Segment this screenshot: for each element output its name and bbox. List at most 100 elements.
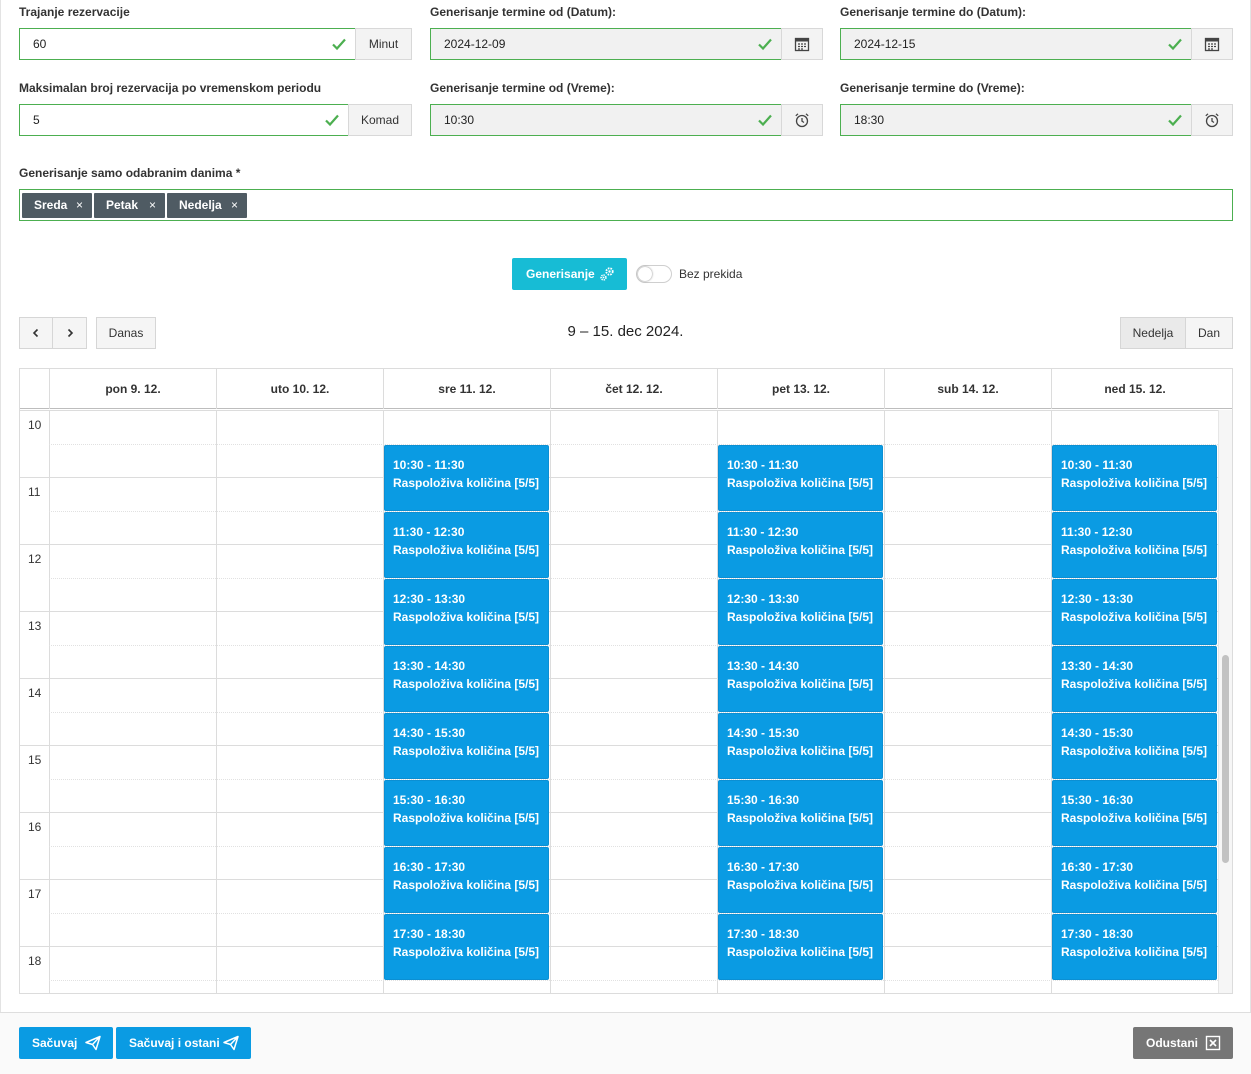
day-column-divider [216, 410, 217, 993]
slot-availability: Raspoloživa količina [5/5] [1061, 542, 1208, 557]
days-multiselect[interactable]: Sreda × Petak × Nedelja × [19, 189, 1233, 221]
day-view-button[interactable]: Dan [1185, 317, 1233, 349]
date-to-input[interactable]: 2024-12-15 [840, 28, 1192, 60]
time-to-value: 18:30 [854, 113, 885, 127]
days-label: Generisanje samo odabranim danima * [19, 166, 241, 180]
day-header: čet 12. 12. [550, 369, 717, 409]
tag-label: Nedelja [179, 198, 222, 212]
reservation-slot[interactable]: 17:30 - 18:30 Raspoloživa količina [5/5] [718, 913, 883, 980]
reservation-slot[interactable]: 15:30 - 16:30 Raspoloživa količina [5/5] [1052, 779, 1217, 846]
hour-line [20, 611, 1218, 612]
reservation-slot[interactable]: 10:30 - 11:30 Raspoloživa količina [5/5] [718, 444, 883, 511]
reservation-slot[interactable]: 14:30 - 15:30 Raspoloživa količina [5/5] [384, 712, 549, 779]
half-hour-line [49, 644, 1218, 646]
slot-time: 15:30 - 16:30 [393, 792, 466, 807]
max-reservations-input[interactable]: 5 [19, 104, 349, 136]
reservation-slot[interactable]: 16:30 - 17:30 Raspoloživa količina [5/5] [1052, 846, 1217, 913]
week-view-button[interactable]: Nedelja [1120, 317, 1186, 349]
calendar-icon [794, 37, 810, 52]
day-header: ned 15. 12. [1051, 369, 1218, 409]
reservation-slot[interactable]: 14:30 - 15:30 Raspoloživa količina [5/5] [1052, 712, 1217, 779]
reservation-slot[interactable]: 16:30 - 17:30 Raspoloživa količina [5/5] [384, 846, 549, 913]
slot-availability: Raspoloživa količina [5/5] [727, 944, 874, 959]
generate-button[interactable]: Generisanje [512, 258, 627, 290]
day-column-divider [49, 410, 50, 993]
time-from-clock-button[interactable] [781, 104, 823, 136]
slot-time: 15:30 - 16:30 [1061, 792, 1134, 807]
time-from-input[interactable]: 10:30 [430, 104, 782, 136]
save-and-stay-button[interactable]: Sačuvaj i ostani [116, 1027, 251, 1059]
remove-tag-icon[interactable]: × [149, 193, 156, 218]
remove-tag-icon[interactable]: × [76, 193, 83, 218]
hour-label: 12 [28, 552, 42, 566]
cancel-button[interactable]: Odustani [1133, 1027, 1233, 1059]
slot-availability: Raspoloživa količina [5/5] [727, 676, 874, 691]
slot-availability: Raspoloživa količina [5/5] [393, 810, 540, 825]
calendar-header: pon 9. 12. uto 10. 12. sre 11. 12. čet 12. … [20, 369, 1232, 409]
slot-time: 16:30 - 17:30 [727, 859, 800, 874]
reservation-slot[interactable]: 13:30 - 14:30 Raspoloživa količina [5/5] [384, 645, 549, 712]
scrollbar-thumb[interactable] [1222, 655, 1229, 863]
slot-time: 14:30 - 15:30 [1061, 725, 1134, 740]
time-to-clock-button[interactable] [1191, 104, 1233, 136]
reservation-slot[interactable]: 15:30 - 16:30 Raspoloživa količina [5/5] [718, 779, 883, 846]
day-header: uto 10. 12. [216, 369, 383, 409]
slot-time: 11:30 - 12:30 [393, 524, 465, 539]
close-box-icon [1205, 1035, 1221, 1051]
half-hour-line [49, 912, 1218, 914]
slot-availability: Raspoloživa količina [5/5] [393, 475, 540, 490]
reservation-slot[interactable]: 13:30 - 14:30 Raspoloživa količina [5/5] [718, 645, 883, 712]
reservation-slot[interactable]: 12:30 - 13:30 Raspoloživa količina [5/5] [384, 578, 549, 645]
slot-time: 14:30 - 15:30 [727, 725, 800, 740]
tag-petak: Petak × [94, 193, 165, 218]
reservation-slot[interactable]: 11:30 - 12:30 Raspoloživa količina [5/5] [384, 511, 549, 578]
no-break-label: Bez prekida [679, 267, 743, 281]
hour-line [20, 812, 1218, 813]
no-break-toggle[interactable] [636, 265, 672, 283]
reservation-slot[interactable]: 11:30 - 12:30 Raspoloživa količina [5/5] [718, 511, 883, 578]
slot-time: 10:30 - 11:30 [1061, 457, 1133, 472]
hour-label: 11 [28, 485, 41, 499]
tag-nedelja: Nedelja × [167, 193, 247, 218]
slot-availability: Raspoloživa količina [5/5] [1061, 877, 1208, 892]
reservation-slot[interactable]: 10:30 - 11:30 Raspoloživa količina [5/5] [1052, 444, 1217, 511]
hour-line [20, 410, 1218, 411]
slot-availability: Raspoloživa količina [5/5] [393, 743, 540, 758]
reservation-slot[interactable]: 11:30 - 12:30 Raspoloživa količina [5/5] [1052, 511, 1217, 578]
date-from-input[interactable]: 2024-12-09 [430, 28, 782, 60]
date-to-calendar-button[interactable] [1191, 28, 1233, 60]
hour-line [20, 477, 1218, 478]
alarm-clock-icon [795, 113, 809, 128]
calendar-scrollbar[interactable] [1218, 410, 1232, 993]
reservation-slot[interactable]: 13:30 - 14:30 Raspoloživa količina [5/5] [1052, 645, 1217, 712]
duration-input[interactable]: 60 [19, 28, 356, 60]
reservation-slot[interactable]: 12:30 - 13:30 Raspoloživa količina [5/5] [718, 578, 883, 645]
tag-label: Sreda [34, 198, 68, 212]
save-label: Sačuvaj [32, 1036, 78, 1050]
slot-availability: Raspoloživa količina [5/5] [727, 810, 874, 825]
half-hour-line [49, 778, 1218, 780]
reservation-slot[interactable]: 10:30 - 11:30 Raspoloživa količina [5/5] [384, 444, 549, 511]
slot-time: 16:30 - 17:30 [1061, 859, 1134, 874]
remove-tag-icon[interactable]: × [231, 193, 238, 218]
time-to-input[interactable]: 18:30 [840, 104, 1192, 136]
date-to-label: Generisanje termine do (Datum): [840, 5, 1027, 19]
slot-time: 17:30 - 18:30 [1061, 926, 1134, 941]
date-from-calendar-button[interactable] [781, 28, 823, 60]
cancel-label: Odustani [1146, 1036, 1199, 1050]
reservation-slot[interactable]: 15:30 - 16:30 Raspoloživa količina [5/5] [384, 779, 549, 846]
slot-availability: Raspoloživa količina [5/5] [393, 542, 540, 557]
half-hour-line [49, 510, 1218, 512]
day-header: sre 11. 12. [383, 369, 550, 409]
hour-label: 13 [28, 619, 42, 633]
reservation-slot[interactable]: 14:30 - 15:30 Raspoloživa količina [5/5] [718, 712, 883, 779]
paper-plane-icon [85, 1035, 101, 1051]
reservation-slot[interactable]: 17:30 - 18:30 Raspoloživa količina [5/5] [384, 913, 549, 980]
save-button[interactable]: Sačuvaj [19, 1027, 113, 1059]
gears-icon [600, 267, 614, 281]
slot-availability: Raspoloživa količina [5/5] [727, 609, 874, 624]
hour-label: 17 [28, 887, 42, 901]
reservation-slot[interactable]: 17:30 - 18:30 Raspoloživa količina [5/5] [1052, 913, 1217, 980]
reservation-slot[interactable]: 12:30 - 13:30 Raspoloživa količina [5/5] [1052, 578, 1217, 645]
reservation-slot[interactable]: 16:30 - 17:30 Raspoloživa količina [5/5] [718, 846, 883, 913]
